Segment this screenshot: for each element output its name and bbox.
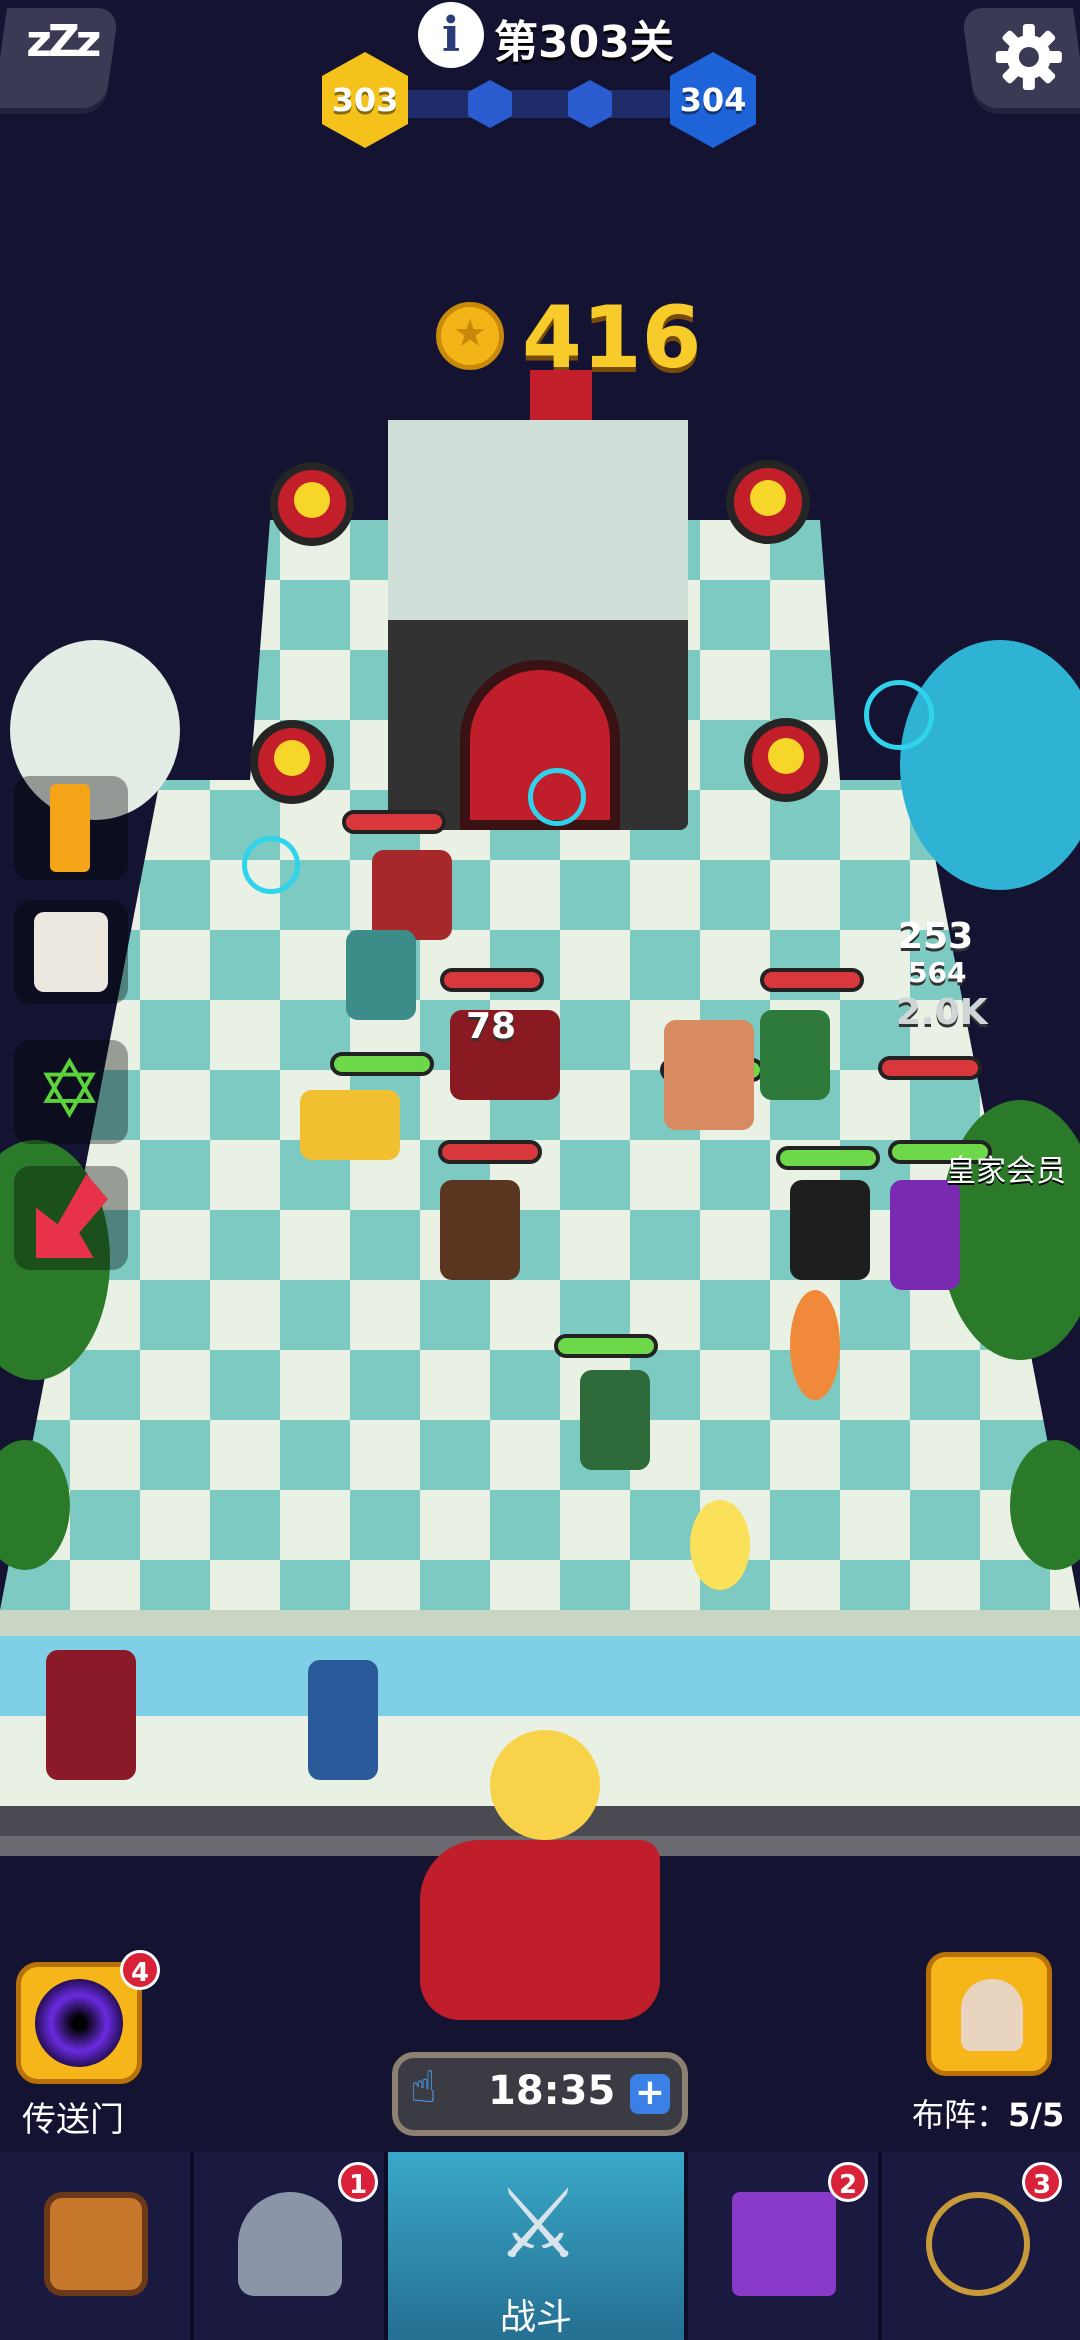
brazier-icon <box>726 460 810 544</box>
treasure-chest-icon <box>44 2192 148 2296</box>
reserve-unit <box>308 1660 378 1780</box>
spawn-ring <box>242 836 300 894</box>
hero-unit <box>420 1840 660 2020</box>
progress-node-icon <box>568 80 612 128</box>
sleep-button[interactable]: zZz <box>0 8 120 108</box>
ally-unit <box>790 1180 870 1280</box>
brazier-icon <box>270 462 354 546</box>
enemy-unit <box>440 1180 520 1280</box>
damage-number: 564 <box>908 956 967 989</box>
damage-number: 253 <box>898 916 974 957</box>
royal-member-label: 皇家会员 <box>946 1154 1066 1189</box>
sleep-icon: zZz <box>26 16 98 67</box>
damage-number: 78 <box>466 1006 517 1047</box>
formation-count: 5/5 <box>1008 2096 1065 2134</box>
formation-label: 布阵：5/5 <box>912 2090 1064 2136</box>
spellbook-icon <box>732 2192 836 2296</box>
ally-unit <box>664 1020 754 1130</box>
ally-health-bar <box>330 1052 434 1076</box>
nav-tab-amulet[interactable]: 3 <box>882 2152 1080 2340</box>
hexagram-button[interactable]: ✡ <box>14 1040 128 1144</box>
portal-label: 传送门 <box>22 2100 124 2140</box>
ally-unit <box>300 1090 400 1160</box>
reserve-unit <box>46 1650 136 1780</box>
portal-badge: 4 <box>120 1950 160 1990</box>
nav-tab-chest[interactable] <box>0 2152 194 2340</box>
nav-tab-spellbook[interactable]: 2 <box>688 2152 882 2340</box>
brazier-icon <box>744 718 828 802</box>
trophy-icon <box>50 784 90 872</box>
hexagram-icon: ✡ <box>36 1043 104 1136</box>
spawn-ring <box>528 768 586 826</box>
next-level-badge: 304 <box>670 52 756 148</box>
crossed-swords-icon: ⚔ <box>494 2168 582 2280</box>
brazier-icon <box>250 720 334 804</box>
scroll-icon <box>34 912 108 992</box>
amulet-badge: 3 <box>1022 2162 1062 2202</box>
timer-value: 18:35 <box>488 2068 616 2114</box>
add-time-button[interactable]: + <box>630 2074 670 2114</box>
enemy-health-bar <box>440 968 544 992</box>
enemy-health-bar <box>878 1056 982 1080</box>
level-title: 第303关 <box>494 17 674 68</box>
enemy-unit <box>346 930 416 1020</box>
amulet-icon <box>926 2192 1030 2296</box>
ally-health-bar <box>554 1334 658 1358</box>
arrow-icon <box>36 1174 108 1258</box>
ally-unit <box>580 1370 650 1470</box>
heroes-badge: 1 <box>338 2162 378 2202</box>
ranking-button[interactable] <box>14 776 128 880</box>
formation-label-text: 布阵： <box>912 2096 1009 2134</box>
enemy-health-bar <box>760 968 864 992</box>
tap-hand-icon: ☝ <box>410 2062 437 2113</box>
spawn-ring <box>864 680 934 750</box>
enemy-health-bar <box>342 810 446 834</box>
current-level-badge: 303 <box>322 52 408 148</box>
castle-flag-icon <box>530 370 592 420</box>
spellbook-badge: 2 <box>828 2162 868 2202</box>
progress-node-icon <box>468 80 512 128</box>
ally-health-bar <box>776 1146 880 1170</box>
bottom-nav: 1 ⚔ 战斗 2 3 <box>0 2152 1080 2340</box>
info-icon[interactable]: i <box>418 2 484 68</box>
nav-battle-label: 战斗 <box>499 2297 572 2338</box>
coin-icon <box>436 302 504 370</box>
exit-arrow-button[interactable] <box>14 1166 128 1270</box>
settings-button[interactable] <box>960 8 1080 108</box>
nav-tab-battle[interactable]: ⚔ 战斗 <box>388 2152 688 2340</box>
damage-number: 2.0K <box>896 992 988 1033</box>
enemy-unit <box>372 850 452 940</box>
enemy-health-bar <box>438 1140 542 1164</box>
gear-icon <box>995 24 1062 90</box>
castle-roof <box>388 420 688 620</box>
fireball-effect <box>790 1290 840 1400</box>
fire-blast-effect <box>490 1730 600 1840</box>
fireball-effect <box>690 1500 750 1590</box>
enemy-unit <box>760 1010 830 1100</box>
winged-helmet-icon <box>238 2192 342 2296</box>
quest-scroll-button[interactable] <box>14 900 128 1004</box>
ally-unit <box>890 1180 960 1290</box>
nav-tab-heroes[interactable]: 1 <box>194 2152 388 2340</box>
level-progress-track <box>360 90 720 118</box>
formation-button[interactable] <box>926 1952 1052 2076</box>
